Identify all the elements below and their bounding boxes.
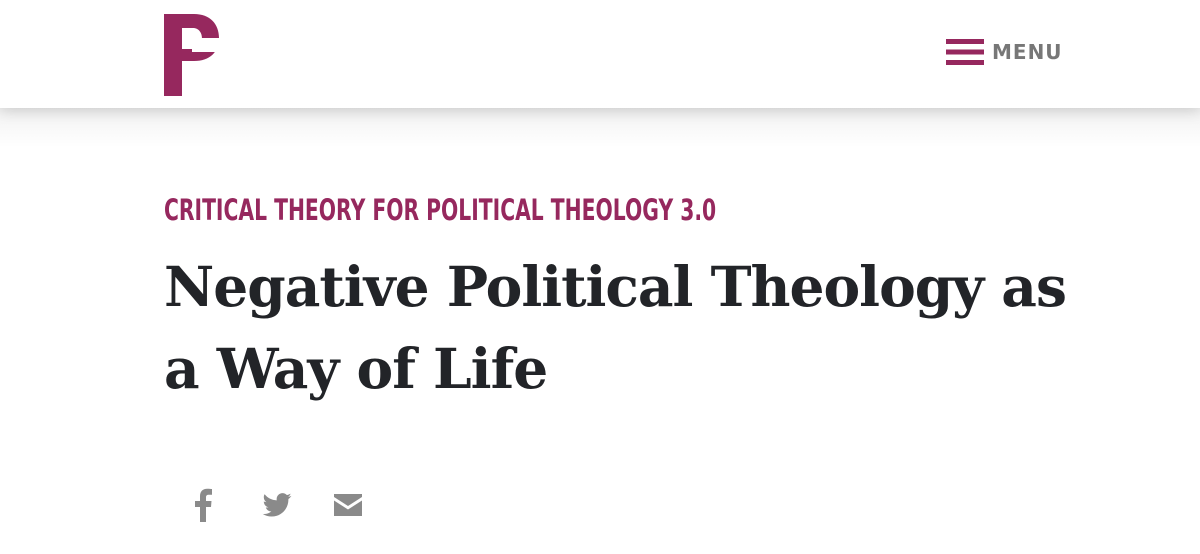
email-icon: [334, 494, 362, 516]
facebook-icon: [195, 488, 212, 522]
header-shadow: [0, 108, 1200, 148]
twitter-share-button[interactable]: [262, 493, 292, 517]
menu-button[interactable]: MENU: [946, 36, 1063, 68]
article-title: Negative Political Theology as a Way of …: [164, 254, 1067, 401]
p-logo-icon[interactable]: [164, 14, 220, 96]
site-header: MENU: [0, 0, 1200, 108]
hamburger-menu-icon: [946, 39, 984, 65]
article-category-link[interactable]: CRITICAL THEORY FOR POLITICAL THEOLOGY 3…: [164, 190, 716, 230]
facebook-share-button[interactable]: [194, 488, 212, 522]
twitter-icon: [262, 493, 292, 517]
email-share-button[interactable]: [334, 494, 362, 516]
share-bar: [194, 488, 362, 522]
menu-label: MENU: [992, 40, 1063, 64]
